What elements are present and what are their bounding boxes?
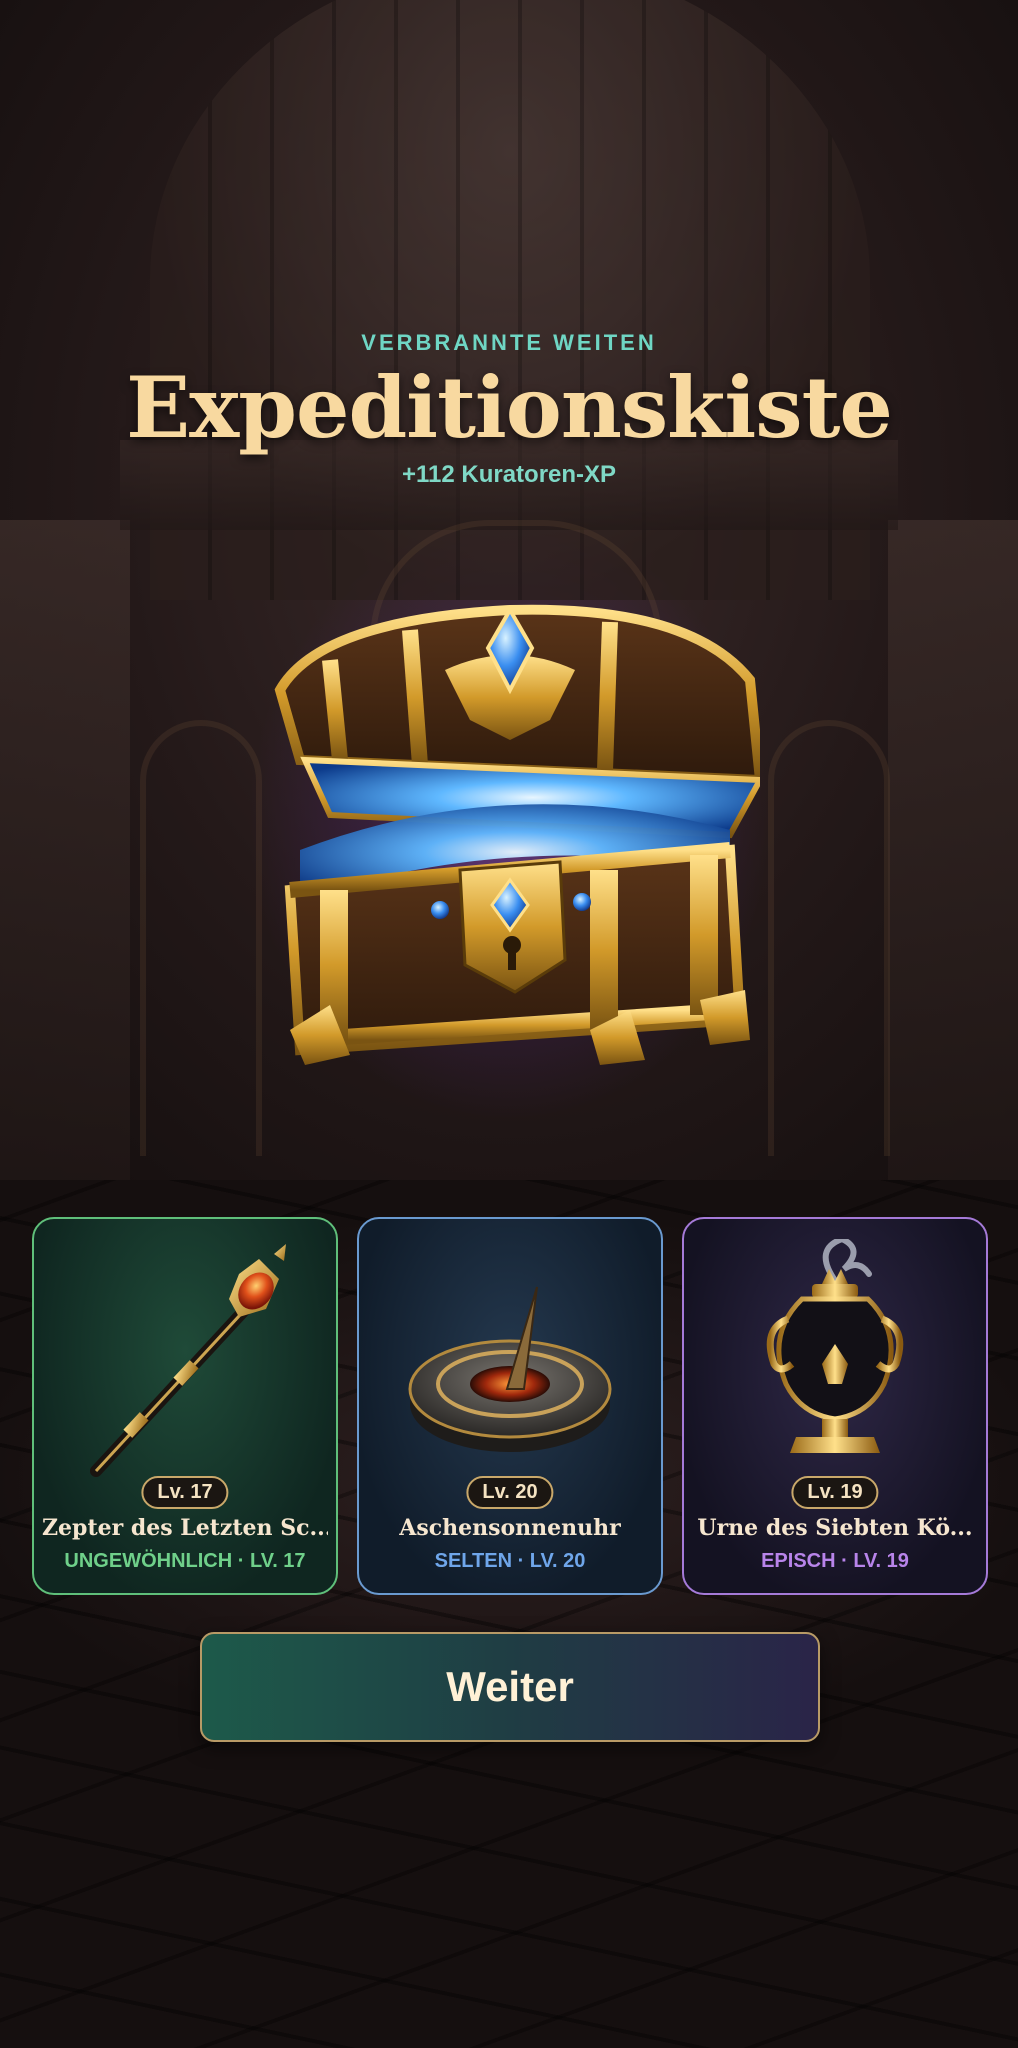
level-badge: Lv. 19 <box>791 1476 879 1509</box>
continue-button[interactable]: Weiter <box>200 1632 820 1742</box>
item-name: Urne des Siebten Kö... <box>697 1515 973 1541</box>
level-badge: Lv. 20 <box>466 1476 554 1509</box>
scepter-icon <box>90 1244 286 1477</box>
urn-icon <box>766 1239 904 1453</box>
reward-card-sundial[interactable]: Lv. 20 Aschensonnenuhr SELTEN · LV. 20 <box>357 1217 663 1595</box>
item-rarity: EPISCH · LV. 19 <box>761 1550 909 1572</box>
temple-tower-left <box>0 520 130 1220</box>
level-badge: Lv. 17 <box>141 1476 229 1509</box>
reward-card-urn[interactable]: Lv. 19 Urne des Siebten Kö... EPISCH · L… <box>682 1217 988 1595</box>
reward-cards: Lv. 17 Zepter des Letzten Sc... UNGEWÖHN… <box>32 1217 988 1595</box>
page-title: Expeditionskiste <box>126 358 893 457</box>
header: VERBRANNTE WEITEN Expeditionskiste +112 … <box>0 330 1018 489</box>
temple-tower-right <box>888 520 1018 1220</box>
treasure-chest-icon[interactable] <box>260 600 760 1070</box>
region-label: VERBRANNTE WEITEN <box>361 330 657 355</box>
item-rarity: SELTEN · LV. 20 <box>434 1550 586 1572</box>
xp-reward: +112 Kuratoren-XP <box>401 461 617 488</box>
item-name: Zepter des Letzten Sc... <box>42 1515 328 1541</box>
temple-arch <box>140 720 262 1156</box>
sundial-icon <box>408 1286 612 1452</box>
item-rarity: UNGEWÖHNLICH · LV. 17 <box>64 1550 306 1572</box>
item-name: Aschensonnenuhr <box>399 1515 621 1541</box>
reward-card-scepter[interactable]: Lv. 17 Zepter des Letzten Sc... UNGEWÖHN… <box>32 1217 338 1595</box>
temple-arch <box>768 720 890 1156</box>
